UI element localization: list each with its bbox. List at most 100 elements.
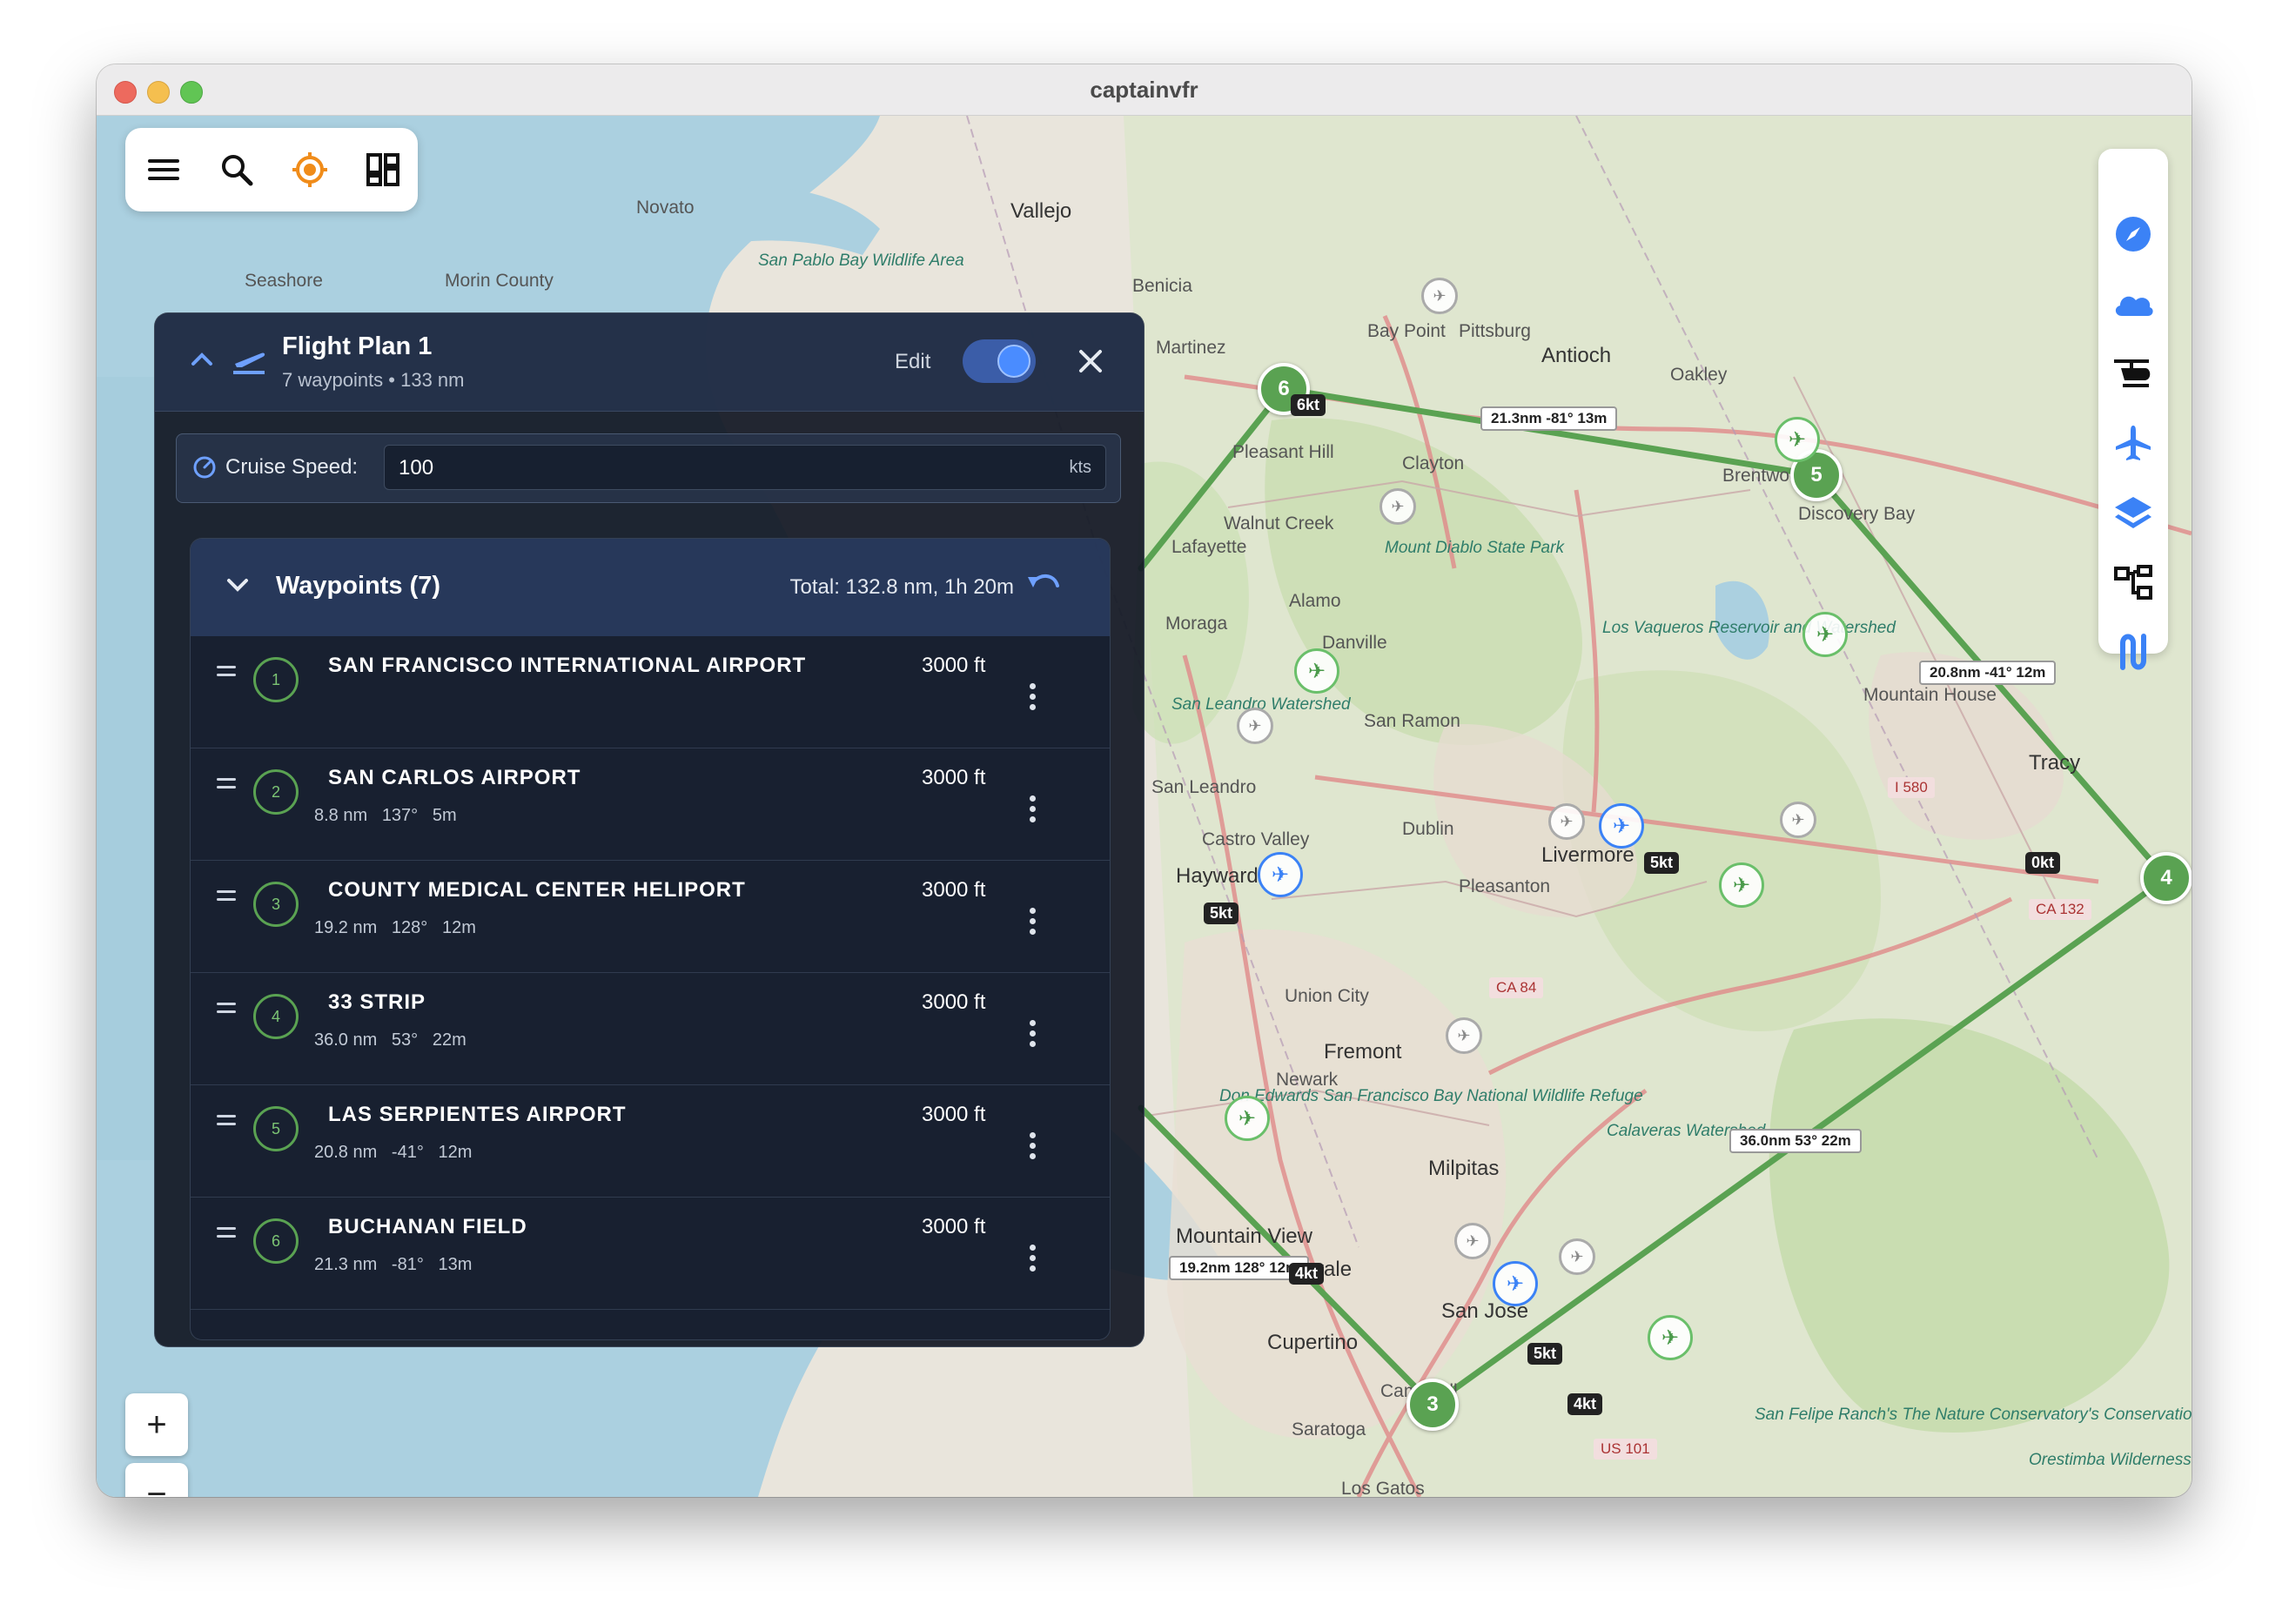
speedometer-icon (192, 455, 217, 484)
airport-icon[interactable]: ✈ (1648, 1315, 1693, 1360)
helicopter-icon (2114, 359, 2151, 387)
airport-icon[interactable]: ✈ (1719, 862, 1764, 908)
road-label: CA 132 (2029, 899, 2091, 920)
cruise-speed-input[interactable]: 100 kts (384, 445, 1106, 490)
place-label: Seashore (245, 271, 323, 291)
airport-icon[interactable]: ✈ (1599, 803, 1644, 849)
route-button[interactable] (2098, 617, 2168, 687)
edit-toggle[interactable] (963, 339, 1036, 383)
drag-handle-icon[interactable] (217, 1115, 236, 1131)
search-button[interactable] (200, 128, 273, 211)
helicopter-button[interactable] (2098, 339, 2168, 408)
menu-button[interactable] (127, 128, 200, 211)
waypoint-row[interactable]: 1 SAN FRANCISCO INTERNATIONAL AIRPORT 30… (191, 636, 1110, 748)
airport-icon[interactable]: ✈ (1775, 417, 1820, 462)
place-label: Antioch (1541, 344, 1612, 367)
airport-icon[interactable]: ✈ (1493, 1261, 1538, 1306)
drag-handle-icon[interactable] (217, 890, 236, 906)
place-label: Pittsburg (1459, 321, 1531, 341)
route-total: Total: 132.8 nm, 1h 20m (789, 575, 1014, 599)
waypoint-altitude[interactable]: 3000 ft (922, 766, 985, 790)
waypoint-row[interactable]: 6 BUCHANAN FIELD 21.3 nm -81° 13m 3000 f… (191, 1198, 1110, 1310)
place-label: Mountain House (1863, 685, 1997, 705)
waypoint-altitude[interactable]: 3000 ft (922, 990, 985, 1015)
title-bar: captainvfr (97, 64, 2192, 116)
route-leg-label: 21.3nm -81° 13m (1480, 406, 1618, 431)
road-label: I 580 (1888, 777, 1935, 798)
close-icon (1079, 350, 1102, 372)
airport-icon[interactable]: ✈ (1802, 612, 1848, 657)
more-options-icon[interactable] (1030, 795, 1037, 827)
drag-handle-icon[interactable] (217, 1227, 236, 1243)
heliport-icon[interactable]: ✈ (1780, 802, 1816, 838)
airport-icon[interactable]: ✈ (1225, 1096, 1270, 1141)
drag-handle-icon[interactable] (217, 778, 236, 794)
locate-button[interactable] (273, 128, 346, 211)
airport-filter-button[interactable] (2098, 408, 2168, 478)
place-label: San Leandro (1151, 777, 1257, 797)
waypoints-header[interactable]: Waypoints (7) Total: 132.8 nm, 1h 20m (191, 539, 1110, 636)
route-leg-label: 20.8nm -41° 12m (1919, 661, 2057, 685)
search-icon (222, 155, 253, 186)
drag-handle-icon[interactable] (217, 1003, 236, 1018)
more-options-icon[interactable] (1030, 683, 1037, 715)
waypoint-number: 4 (253, 994, 299, 1039)
waypoint-number: 2 (253, 769, 299, 815)
place-label: Benicia (1132, 276, 1192, 296)
compass-button[interactable] (2098, 199, 2168, 269)
menu-icon (148, 159, 179, 180)
reverse-route-button[interactable] (1026, 570, 1061, 606)
more-options-icon[interactable] (1030, 1245, 1037, 1276)
heliport-icon[interactable]: ✈ (1559, 1238, 1595, 1275)
waypoint-row[interactable]: 2 SAN CARLOS AIRPORT 8.8 nm 137° 5m 3000… (191, 748, 1110, 861)
place-label: Dublin (1402, 819, 1454, 839)
layers-button[interactable] (2098, 478, 2168, 547)
waypoint-altitude[interactable]: 3000 ft (922, 1103, 985, 1127)
close-panel-button[interactable] (1077, 348, 1104, 379)
heliport-icon[interactable]: ✈ (1548, 803, 1585, 840)
airport-icon[interactable]: ✈ (1258, 852, 1303, 897)
wind-indicator: 5kt (1644, 852, 1680, 874)
dashboard-button[interactable] (346, 128, 420, 211)
heliport-icon[interactable]: ✈ (1421, 278, 1458, 314)
more-options-icon[interactable] (1030, 908, 1037, 939)
road-label: US 101 (1594, 1439, 1657, 1460)
waypoint-name: SAN FRANCISCO INTERNATIONAL AIRPORT (328, 654, 807, 677)
route-waypoint-marker[interactable]: 4 (2140, 852, 2192, 904)
map-view[interactable]: Vallejo Novato Seashore Morin County San… (97, 116, 2192, 1497)
heliport-icon[interactable]: ✈ (1454, 1223, 1491, 1259)
cloud-icon (2115, 296, 2153, 316)
window-title: captainvfr (1090, 77, 1198, 103)
zoom-in-button[interactable]: + (125, 1393, 188, 1456)
waypoint-altitude[interactable]: 3000 ft (922, 654, 985, 678)
heliport-icon[interactable]: ✈ (1446, 1017, 1482, 1054)
more-options-icon[interactable] (1030, 1132, 1037, 1164)
weather-button[interactable] (2098, 269, 2168, 339)
more-options-icon[interactable] (1030, 1020, 1037, 1051)
waypoint-row[interactable]: 4 33 STRIP 36.0 nm 53° 22m 3000 ft (191, 973, 1110, 1085)
waypoint-row[interactable]: 3 COUNTY MEDICAL CENTER HELIPORT 19.2 nm… (191, 861, 1110, 973)
zoom-out-button[interactable]: − (125, 1463, 188, 1497)
place-label: Pleasant Hill (1232, 442, 1334, 462)
airport-icon[interactable]: ✈ (1294, 648, 1339, 694)
flight-plan-title: Flight Plan 1 (282, 332, 433, 360)
heliport-icon[interactable]: ✈ (1379, 488, 1416, 525)
place-label: Discovery Bay (1798, 504, 1916, 524)
place-label: Tracy (2029, 751, 2081, 775)
waypoint-row[interactable]: 5 LAS SERPIENTES AIRPORT 20.8 nm -41° 12… (191, 1085, 1110, 1198)
route-waypoint-marker[interactable]: 3 (1406, 1379, 1459, 1431)
wind-indicator: 5kt (1204, 903, 1239, 924)
cruise-speed-label: Cruise Speed: (225, 455, 359, 479)
place-label: Bay Point (1367, 321, 1446, 341)
wind-indicator: 4kt (1567, 1393, 1603, 1415)
wind-indicator: 0kt (2025, 852, 2061, 874)
waypoint-altitude[interactable]: 3000 ft (922, 878, 985, 903)
collapse-button[interactable] (190, 350, 214, 372)
flight-plan-tree-button[interactable] (2098, 547, 2168, 617)
heliport-icon[interactable]: ✈ (1237, 708, 1273, 744)
place-label: Saratoga (1292, 1419, 1366, 1439)
waypoint-altitude[interactable]: 3000 ft (922, 1215, 985, 1239)
drag-handle-icon[interactable] (217, 666, 236, 681)
waypoint-number: 6 (253, 1218, 299, 1264)
place-label: Fremont (1324, 1040, 1402, 1064)
